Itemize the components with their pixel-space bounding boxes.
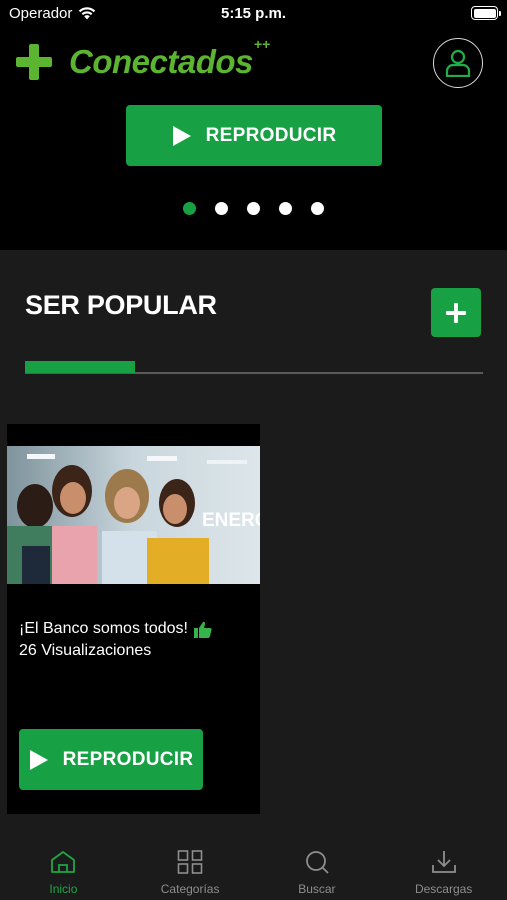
video-thumbnail[interactable]: ENERG [7, 446, 260, 584]
logo-sparks: ++ [254, 36, 271, 52]
plus-icon [446, 302, 466, 323]
user-icon [445, 49, 471, 77]
app-logo: Conectados ++ [14, 37, 270, 82]
tab-label: Categorías [160, 882, 220, 896]
thumbnail-text: ENERG [202, 510, 260, 531]
video-card[interactable]: ENERG ¡El Banco somos todos! 26 Visualiz… [7, 424, 260, 814]
logo-text: Conectados [69, 43, 253, 80]
scroll-progress-fill [25, 361, 135, 373]
card-play-label: REPRODUCIR [62, 748, 194, 770]
play-icon [172, 125, 191, 146]
section-title: SER POPULAR [25, 290, 217, 320]
tab-inicio[interactable]: Inicio [0, 833, 127, 900]
play-icon [29, 749, 48, 770]
carousel-dot-4[interactable] [279, 202, 292, 215]
grid-icon [177, 850, 203, 874]
popular-section: SER POPULAR ENER ¡El Banco somos todos! … [0, 250, 507, 833]
tab-label: Buscar [298, 882, 336, 896]
video-views: 26 Visualizaciones [19, 642, 152, 659]
header: Conectados ++ REPRODUCIR [0, 28, 507, 250]
profile-button[interactable] [433, 38, 483, 88]
carousel-dot-2[interactable] [215, 202, 228, 215]
carousel-indicator [0, 202, 507, 215]
hero-play-label: REPRODUCIR [205, 124, 337, 146]
carousel-dot-5[interactable] [311, 202, 324, 215]
hero-play-button[interactable]: REPRODUCIR [126, 105, 382, 166]
battery-icon [471, 6, 501, 20]
video-title-row: ¡El Banco somos todos! [19, 620, 212, 638]
download-icon [431, 851, 456, 873]
logo-plus-icon [16, 44, 52, 80]
search-icon [305, 851, 329, 874]
tab-label: Descargas [414, 882, 473, 896]
status-bar: Operador 5:15 p.m. [0, 0, 507, 28]
tab-label: Inicio [49, 882, 78, 896]
tab-categorias[interactable]: Categorías [127, 833, 254, 900]
card-play-button[interactable]: REPRODUCIR [19, 729, 203, 790]
tab-buscar[interactable]: Buscar [254, 833, 381, 900]
home-icon [51, 851, 76, 873]
video-title: ¡El Banco somos todos! [19, 620, 188, 637]
tab-bar: Inicio Categorías Buscar Descargas [0, 833, 507, 900]
thumbs-up-icon [193, 621, 212, 638]
carousel-dot-3[interactable] [247, 202, 260, 215]
thumbnail-image: ENERG [7, 446, 260, 584]
status-time: 5:15 p.m. [220, 5, 287, 22]
add-button[interactable] [431, 288, 481, 337]
carousel-dot-1[interactable] [183, 202, 196, 215]
tab-descargas[interactable]: Descargas [380, 833, 507, 900]
